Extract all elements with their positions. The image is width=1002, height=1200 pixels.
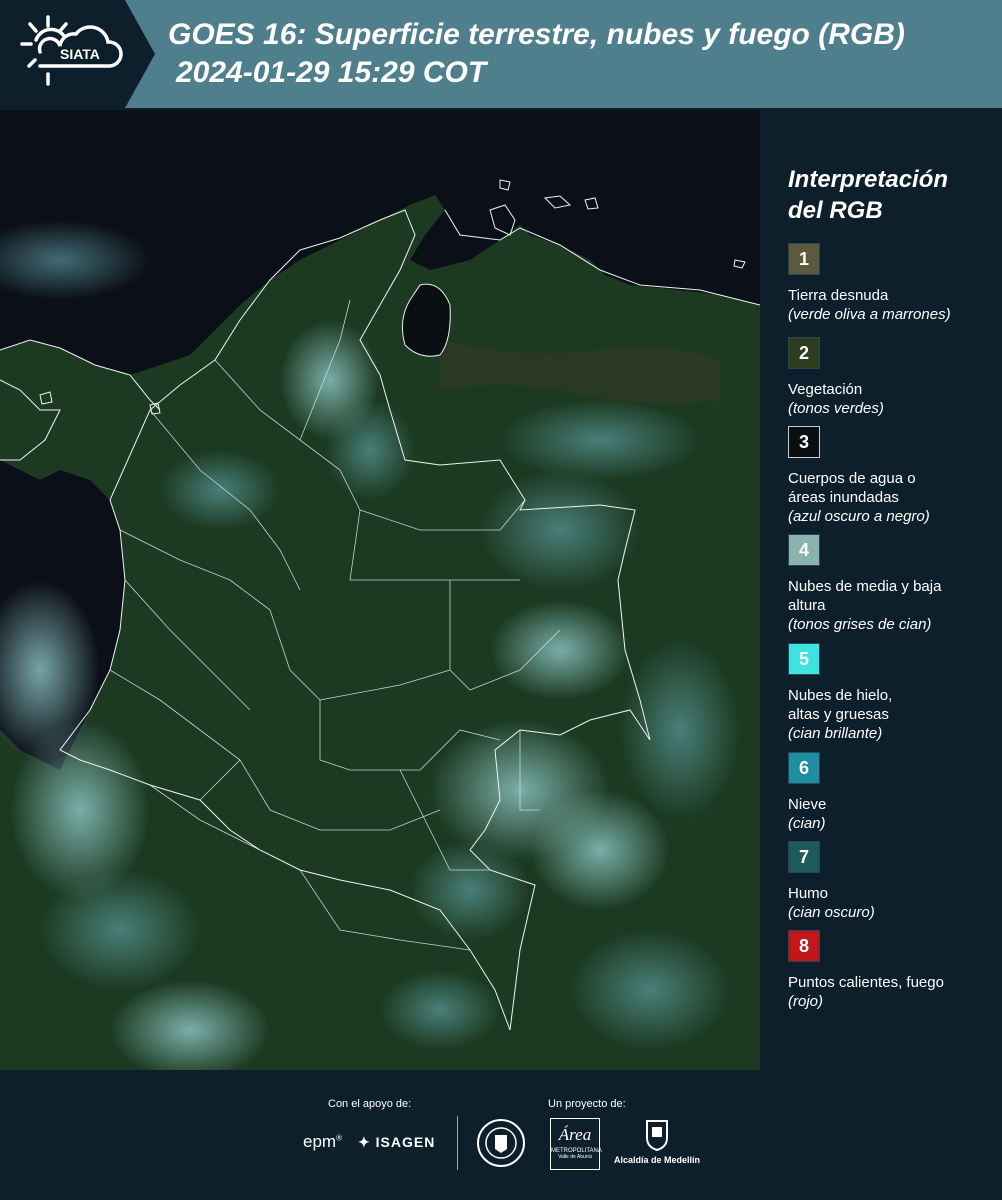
legend-item-note: (tonos grises de cian) <box>788 616 932 633</box>
siata-logo[interactable]: SIATA <box>0 0 155 108</box>
footer: Con el apoyo de: Un proyecto de: epm® ✦ … <box>0 1072 1002 1200</box>
legend-item-label: Cuerpos de agua o áreas inundadas <box>788 470 916 506</box>
legend-item-6: 6 Nieve (cian) <box>788 752 993 833</box>
legend-item-4: 4 Nubes de media y baja altura (tonos gr… <box>788 534 993 634</box>
legend-title: Interpretación del RGB <box>788 166 949 224</box>
siata-logo-icon: SIATA <box>0 0 155 108</box>
legend-item-note: (tonos verdes) <box>788 400 884 417</box>
area-metropolitana-logo[interactable]: Área METROPOLITANA Valle de Aburrá <box>550 1118 602 1170</box>
legend-swatch: 2 <box>788 337 820 369</box>
legend-item-label: Puntos calientes, fuego <box>788 974 944 991</box>
legend-item-label: Nubes de media y baja altura <box>788 578 942 614</box>
legend-swatch: 3 <box>788 426 820 458</box>
rgb-legend: Interpretación del RGB 1 Tierra desnuda … <box>775 110 1002 1070</box>
legend-item-note: (cian brillante) <box>788 725 883 742</box>
legend-swatch: 6 <box>788 752 820 784</box>
legend-item-note: (cian) <box>788 815 826 832</box>
legend-item-note: (cian oscuro) <box>788 904 875 921</box>
coat-of-arms-icon <box>646 1120 668 1152</box>
legend-item-label: Vegetación <box>788 381 863 398</box>
title-line-datetime: 2024-01-29 15:29 COT <box>176 56 487 89</box>
legend-item-2: 2 Vegetación (tonos verdes) <box>788 337 993 418</box>
legend-item-label: Humo <box>788 885 829 902</box>
legend-item-3: 3 Cuerpos de agua o áreas inundadas (azu… <box>788 426 993 526</box>
legend-item-label: Tierra desnuda <box>788 287 889 304</box>
satellite-rgb-image <box>0 110 760 1070</box>
legend-item-1: 1 Tierra desnuda (verde oliva a marrones… <box>788 243 993 324</box>
title-line-product: GOES 16: Superficie terrestre, nubes y f… <box>168 18 905 51</box>
svg-text:SIATA: SIATA <box>60 46 100 62</box>
epm-logo[interactable]: epm® <box>303 1132 342 1152</box>
university-seal-icon[interactable] <box>476 1118 526 1168</box>
legend-swatch: 8 <box>788 930 820 962</box>
alcaldia-medellin-logo[interactable]: Alcaldía de Medellín <box>612 1118 702 1174</box>
page-title: GOES 16: Superficie terrestre, nubes y f… <box>168 16 905 92</box>
legend-item-note: (rojo) <box>788 993 824 1010</box>
footer-divider <box>457 1116 458 1170</box>
legend-swatch: 1 <box>788 243 820 275</box>
legend-swatch: 5 <box>788 643 820 675</box>
legend-item-5: 5 Nubes de hielo, altas y gruesas (cian … <box>788 643 993 743</box>
legend-item-label: Nieve <box>788 796 827 813</box>
legend-item-note: (azul oscuro a negro) <box>788 508 930 525</box>
legend-swatch: 7 <box>788 841 820 873</box>
satellite-map[interactable] <box>0 110 760 1070</box>
isagen-icon: ✦ <box>358 1134 371 1150</box>
header: SIATA GOES 16: Superficie terrestre, nub… <box>0 0 1002 108</box>
support-label: Con el apoyo de: <box>328 1098 412 1110</box>
legend-item-label: Nubes de hielo, altas y gruesas <box>788 687 893 723</box>
isagen-logo[interactable]: ✦ ISAGEN <box>358 1134 435 1151</box>
legend-swatch: 4 <box>788 534 820 566</box>
project-label: Un proyecto de: <box>548 1098 626 1110</box>
legend-item-note: (verde oliva a marrones) <box>788 306 951 323</box>
legend-item-7: 7 Humo (cian oscuro) <box>788 841 993 922</box>
legend-item-8: 8 Puntos calientes, fuego (rojo) <box>788 930 993 1011</box>
